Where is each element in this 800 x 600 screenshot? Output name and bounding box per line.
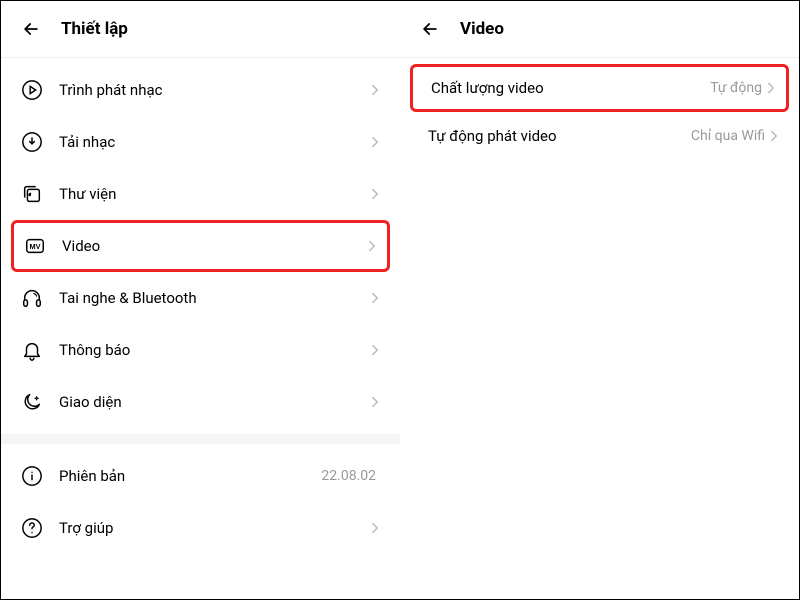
item-label: Thư viện xyxy=(59,185,354,203)
chevron-right-icon xyxy=(367,239,377,253)
settings-item-video[interactable]: MV Video xyxy=(11,220,390,272)
chevron-right-icon xyxy=(370,291,380,305)
settings-item-trinh-phat-nhac[interactable]: Trình phát nhạc xyxy=(1,64,400,116)
svg-text:MV: MV xyxy=(30,242,41,251)
chevron-right-icon xyxy=(370,83,380,97)
chevron-right-icon xyxy=(370,395,380,409)
bell-icon xyxy=(21,339,43,361)
video-item-chat-luong-video[interactable]: Chất lượng videoTự động xyxy=(410,64,789,112)
header: Video xyxy=(400,1,799,53)
item-value: Tự động xyxy=(710,80,762,96)
chevron-right-icon xyxy=(370,343,380,357)
mv-icon: MV xyxy=(24,235,46,257)
page-title: Video xyxy=(460,19,504,39)
item-label: Thông báo xyxy=(59,341,354,359)
chevron-right-icon xyxy=(370,135,380,149)
settings-item-thong-bao[interactable]: Thông báo xyxy=(1,324,400,376)
settings-item-tai-nhac[interactable]: Tải nhạc xyxy=(1,116,400,168)
item-label: Tự động phát video xyxy=(420,127,691,145)
back-icon[interactable] xyxy=(21,19,41,39)
settings-panel: Thiết lập Trình phát nhạc Tải nhạc Thư việ… xyxy=(1,1,400,599)
settings-item-tai-nghe-bluetooth[interactable]: Tai nghe & Bluetooth xyxy=(1,272,400,324)
header: Thiết lập xyxy=(1,1,400,53)
settings-item-tro-giup[interactable]: Trợ giúp xyxy=(1,502,400,554)
settings-item-phien-ban[interactable]: Phiên bản 22.08.02 xyxy=(1,450,400,502)
headphones-icon xyxy=(21,287,43,309)
chevron-right-icon xyxy=(769,129,779,143)
page-title: Thiết lập xyxy=(61,19,128,39)
settings-item-thu-vien[interactable]: Thư viện xyxy=(1,168,400,220)
chevron-right-icon xyxy=(766,81,776,95)
settings-list: Trình phát nhạc Tải nhạc Thư viện MV Video Ta… xyxy=(1,58,400,560)
item-label: Tai nghe & Bluetooth xyxy=(59,289,354,307)
item-label: Trình phát nhạc xyxy=(59,81,354,99)
library-icon xyxy=(21,183,43,205)
group-divider xyxy=(1,434,400,444)
play-circle-icon xyxy=(21,79,43,101)
item-value: Chỉ qua Wifi xyxy=(691,128,765,144)
item-label: Chất lượng video xyxy=(423,79,710,97)
item-label: Tải nhạc xyxy=(59,133,354,151)
help-circle-icon xyxy=(21,517,43,539)
chevron-right-icon xyxy=(370,521,380,535)
item-label: Trợ giúp xyxy=(59,519,354,537)
item-label: Giao diện xyxy=(59,393,354,411)
moon-icon xyxy=(21,391,43,413)
chevron-right-icon xyxy=(370,187,380,201)
video-item-tu-ong-phat-video[interactable]: Tự động phát videoChỉ qua Wifi xyxy=(400,112,799,160)
item-value: 22.08.02 xyxy=(321,468,376,484)
settings-item-giao-dien[interactable]: Giao diện xyxy=(1,376,400,428)
video-list: Chất lượng videoTự độngTự động phát vide… xyxy=(400,58,799,166)
item-label: Phiên bản xyxy=(59,467,305,485)
back-icon[interactable] xyxy=(420,19,440,39)
download-circle-icon xyxy=(21,131,43,153)
video-panel: Video Chất lượng videoTự độngTự động phá… xyxy=(400,1,799,599)
item-label: Video xyxy=(62,237,351,255)
info-circle-icon xyxy=(21,465,43,487)
